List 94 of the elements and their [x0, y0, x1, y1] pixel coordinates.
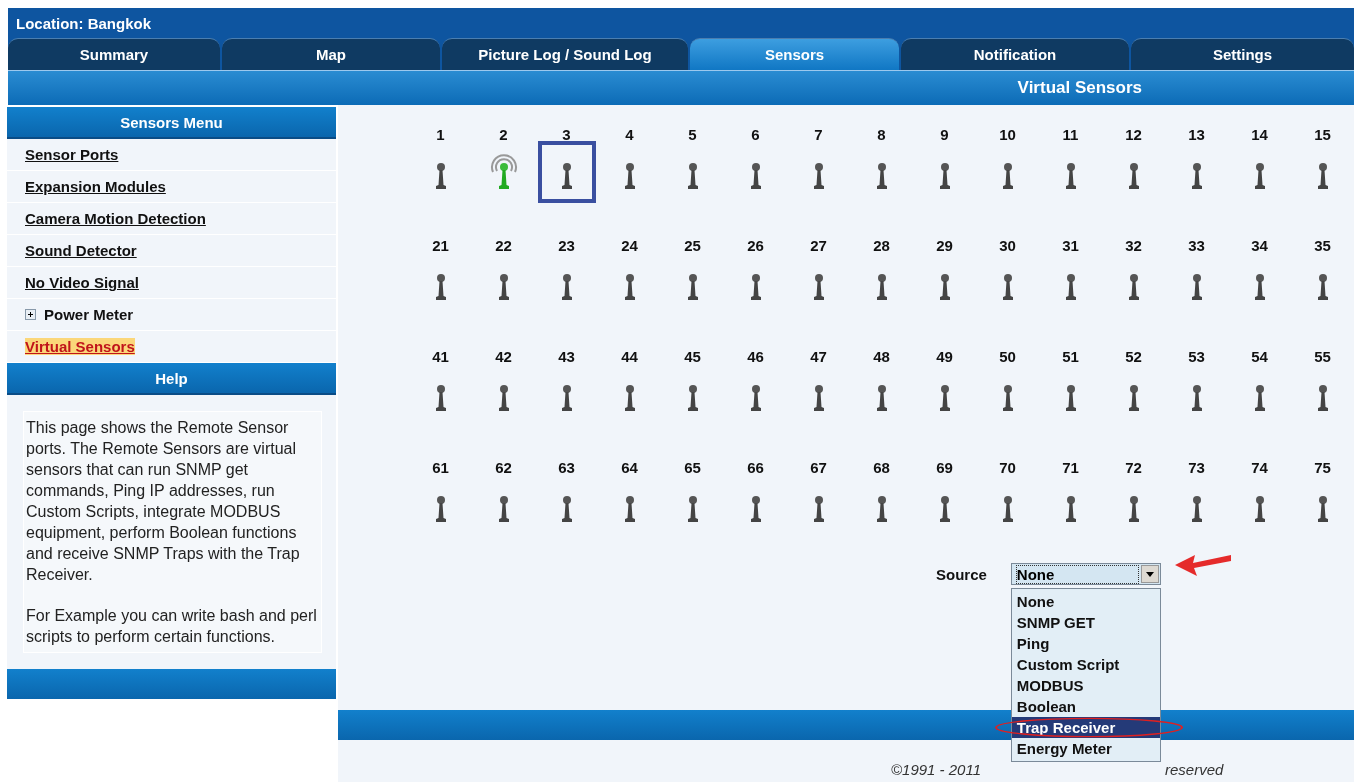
sensor-number: 4 [625, 124, 634, 145]
help-title: Help [155, 369, 188, 387]
sensor-number: 65 [684, 457, 701, 478]
sensor-number: 55 [1314, 346, 1331, 367]
sensor-number: 67 [810, 457, 827, 478]
sensor-number: 27 [810, 235, 827, 256]
sensor-number: 3 [562, 124, 571, 145]
menu-link[interactable]: Camera Motion Detection [25, 210, 206, 227]
sensor-number: 48 [873, 346, 890, 367]
sensor-number: 34 [1251, 235, 1268, 256]
sensor-number: 41 [432, 346, 449, 367]
menu-link[interactable]: Sensor Ports [25, 146, 119, 163]
source-label: Source [936, 565, 987, 583]
sensor-number: 6 [751, 124, 760, 145]
copyright-text: ©1991 - 2011 [891, 761, 981, 778]
help-text: This page shows the Remote Sensor ports. The Remote Sensors are virtual sensors that can run SNMP get commands, Ping IP addresses, run Custom Scripts, integrate MODBUS equipment, perform Boolean functions and receive SNMP Traps with the Trap Receiver. [26, 418, 301, 585]
sensor-number: 45 [684, 346, 701, 367]
expand-icon[interactable] [25, 309, 36, 320]
sensor-number: 75 [1314, 457, 1331, 478]
dropdown-option[interactable]: None [1011, 591, 1160, 612]
sensor-number: 66 [747, 457, 764, 478]
sensor-number: 42 [495, 346, 512, 367]
sensor-number: 12 [1125, 124, 1142, 145]
sensor-number: 31 [1062, 235, 1079, 256]
nav-tab[interactable]: Summary [8, 38, 220, 70]
sensor-number: 15 [1314, 124, 1331, 145]
sensor-number: 10 [999, 124, 1016, 145]
dropdown-option[interactable]: Boolean [1011, 696, 1160, 717]
sensor-number: 49 [936, 346, 953, 367]
sensor-number: 53 [1188, 346, 1205, 367]
selection-frame[interactable] [537, 141, 596, 203]
sensor-number: 47 [810, 346, 827, 367]
menu-link[interactable]: Virtual Sensors [25, 338, 135, 355]
copyright-text: reserved [1165, 761, 1224, 778]
sensor-number: 46 [747, 346, 764, 367]
sensor-number: 73 [1188, 457, 1205, 478]
sensor-number: 9 [940, 124, 949, 145]
sensor-number: 63 [558, 457, 575, 478]
sensor-number: 21 [432, 235, 449, 256]
menu-link[interactable]: No Video Signal [25, 274, 139, 291]
sensor-number: 51 [1062, 346, 1079, 367]
nav-tab[interactable]: Map [222, 38, 440, 70]
sensor-number: 44 [621, 346, 638, 367]
page-title: Virtual Sensors [1017, 78, 1142, 98]
sensor-number: 1 [436, 124, 445, 145]
sensor-number: 32 [1125, 235, 1142, 256]
sensor-number: 25 [684, 235, 701, 256]
sensor-number: 69 [936, 457, 953, 478]
sensor-number: 28 [873, 235, 890, 256]
sensor-number: 62 [495, 457, 512, 478]
sensor-number: 29 [936, 235, 953, 256]
sensor-number: 50 [999, 346, 1016, 367]
dropdown-option[interactable]: MODBUS [1011, 675, 1160, 696]
sensor-number: 7 [814, 124, 823, 145]
sensor-number: 5 [688, 124, 697, 145]
sensor-number: 8 [877, 124, 886, 145]
sensor-number: 70 [999, 457, 1016, 478]
menu-link[interactable]: Expansion Modules [25, 178, 166, 195]
sensor-number: 71 [1062, 457, 1079, 478]
help-text: For Example you can write bash and perl scripts to perform certain functions. [26, 606, 318, 647]
sensor-number: 35 [1314, 235, 1331, 256]
sensor-number: 11 [1062, 124, 1079, 145]
nav-tab[interactable]: Sensors [690, 38, 899, 70]
menu-title: Sensors Menu [120, 113, 223, 131]
sensor-number: 13 [1188, 124, 1205, 145]
dropdown-option[interactable]: Custom Script [1011, 654, 1160, 675]
sensor-number: 30 [999, 235, 1016, 256]
sensor-number: 72 [1125, 457, 1142, 478]
dropdown-option[interactable]: Trap Receiver [1011, 717, 1160, 738]
sensor-number: 22 [495, 235, 512, 256]
sensor-number: 33 [1188, 235, 1205, 256]
sensor-number: 52 [1125, 346, 1142, 367]
source-dropdown[interactable]: None [1010, 563, 1161, 585]
sensor-number: 74 [1251, 457, 1268, 478]
sensor-number: 43 [558, 346, 575, 367]
nav-tab[interactable]: Notification [901, 38, 1129, 70]
sensor-number: 54 [1251, 346, 1268, 367]
nav-tab[interactable]: Settings [1131, 38, 1354, 70]
sensor-number: 14 [1251, 124, 1268, 145]
dropdown-option[interactable]: Ping [1011, 633, 1160, 654]
sensor-number: 2 [499, 124, 508, 145]
dropdown-option[interactable]: SNMP GET [1011, 612, 1160, 633]
sensor-number: 23 [558, 235, 575, 256]
nav-tab[interactable]: Picture Log / Sound Log [442, 38, 688, 70]
sensor-number: 26 [747, 235, 764, 256]
menu-link[interactable]: Sound Detector [25, 242, 137, 259]
location-label: Location: Bangkok [16, 14, 151, 32]
caret-icon [1145, 571, 1154, 577]
sensor-number: 61 [432, 457, 449, 478]
sensor-number: 68 [873, 457, 890, 478]
sensor-number: 24 [621, 235, 638, 256]
dropdown-option[interactable]: Energy Meter [1011, 738, 1160, 759]
menu-item[interactable]: Power Meter [44, 306, 134, 323]
sensor-number: 64 [621, 457, 638, 478]
